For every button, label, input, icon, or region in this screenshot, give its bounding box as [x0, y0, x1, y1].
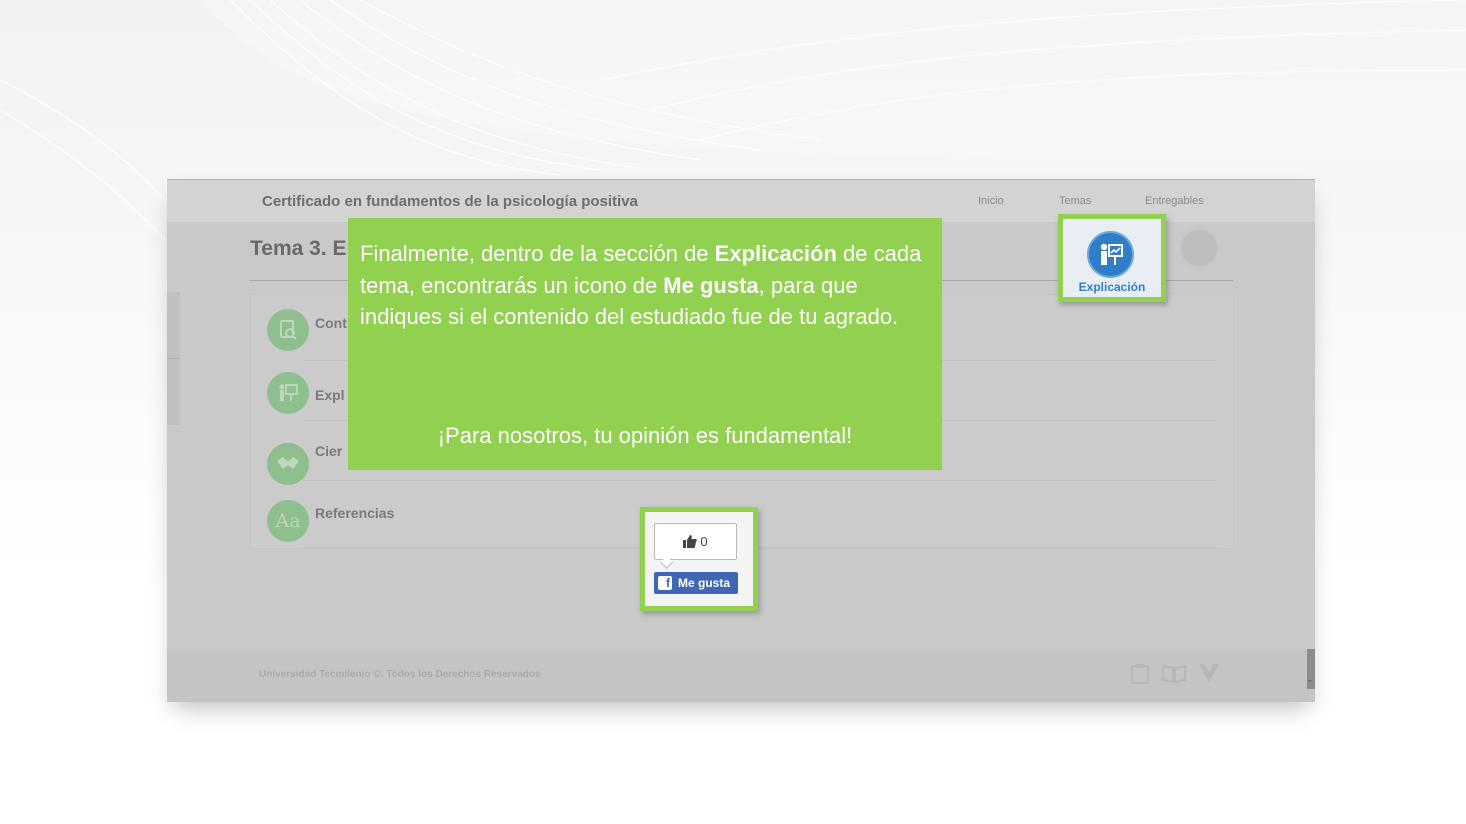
section-label: Cier [315, 443, 343, 459]
page-title: Tema 3. E [250, 237, 347, 260]
footer-copyright: Universidad Tecmilenio ©. Todos los Dere… [259, 669, 541, 680]
nav-inicio[interactable]: Inicio [978, 195, 1004, 207]
side-tab[interactable] [167, 359, 180, 425]
like-count-bubble: 0 [654, 523, 737, 560]
footer: Universidad Tecmilenio ©. Todos los Dere… [167, 650, 1315, 702]
me-gusta-label: Me gusta [678, 576, 731, 590]
chevron-down-icon[interactable]: ⌄ [1306, 674, 1314, 685]
divider [303, 547, 1217, 548]
typography-aa-icon: Aa [267, 500, 309, 542]
tip-bold-me-gusta: Me gusta [663, 272, 759, 298]
tecmilenio-logo-icon [1199, 664, 1219, 682]
nav-temas[interactable]: Temas [1059, 195, 1091, 207]
section-label: Cont [315, 315, 347, 331]
document-search-icon [267, 309, 309, 351]
clipboard-icon[interactable] [1129, 662, 1151, 684]
nav-entregables[interactable]: Entregables [1145, 195, 1204, 207]
actividad-icon[interactable] [1179, 228, 1219, 268]
handshake-icon [267, 443, 309, 485]
teacher-board-icon [1087, 231, 1134, 278]
tip-bold-explicacion: Explicación [714, 241, 837, 266]
section-label: Expl [315, 387, 345, 403]
book-icon[interactable] [1161, 662, 1187, 684]
thumbs-up-icon [683, 535, 698, 548]
tip-footer: ¡Para nosotros, tu opinión es fundamenta… [437, 423, 853, 448]
me-gusta-button[interactable]: f Me gusta [654, 572, 738, 594]
facebook-icon: f [658, 576, 672, 590]
side-tab[interactable] [167, 292, 180, 359]
explicacion-label: Explicación [1078, 280, 1146, 294]
teacher-board-icon [267, 372, 309, 414]
footer-icons [1129, 662, 1221, 684]
explicacion-button-highlight[interactable]: Explicación [1058, 214, 1166, 302]
tooltip-box: Finalmente, dentro de la sección de Expl… [348, 218, 942, 470]
tip-text: Finalmente, dentro de la sección de [360, 241, 715, 266]
like-count: 0 [700, 534, 708, 549]
course-title: Certificado en fundamentos de la psicolo… [262, 193, 638, 210]
section-label: Referencias [315, 505, 395, 521]
like-widget-highlight: 0 f Me gusta [640, 507, 758, 611]
